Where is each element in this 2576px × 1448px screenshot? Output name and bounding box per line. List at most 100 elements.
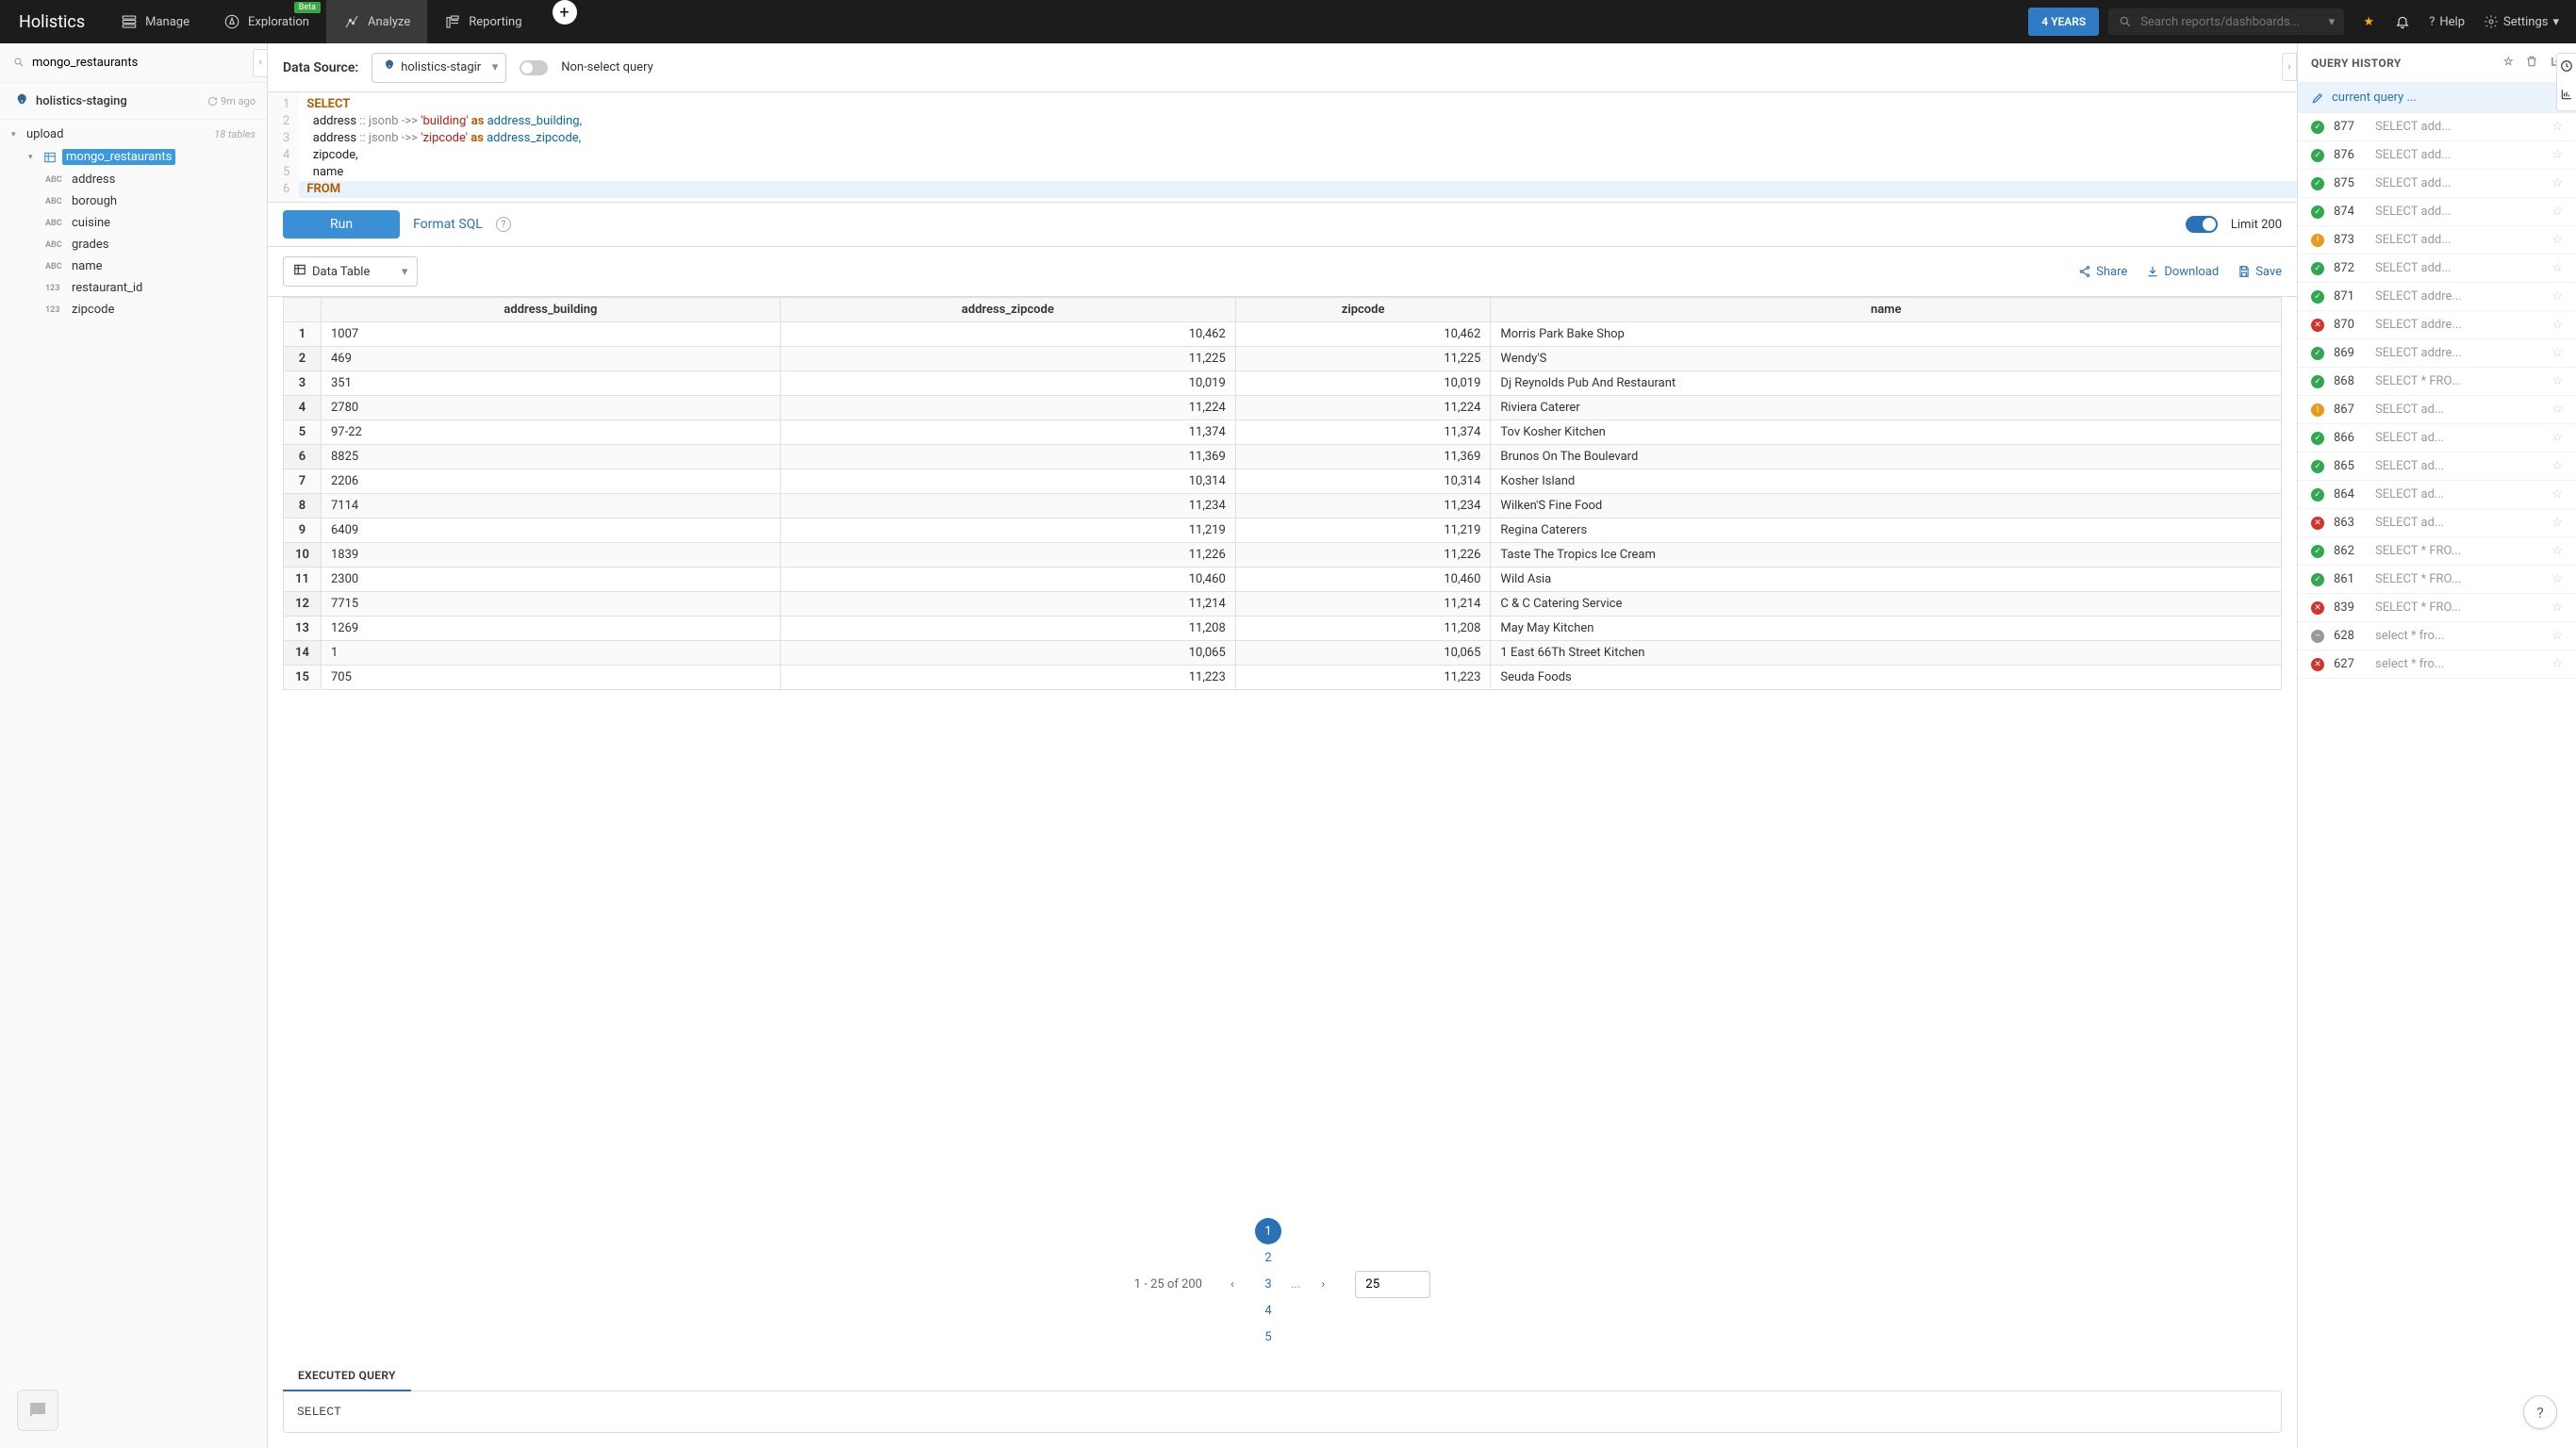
- query-history-item[interactable]: ✓ 874 SELECT add... ☆: [2298, 198, 2576, 226]
- column-row[interactable]: ABCaddress: [0, 169, 267, 190]
- column-header[interactable]: zipcode: [1235, 298, 1491, 322]
- star-outline-icon[interactable]: ☆: [2551, 346, 2563, 360]
- star-outline-icon[interactable]: ☆: [2551, 374, 2563, 388]
- table-row[interactable]: 597-2211,37411,374Tov Kosher Kitchen: [284, 420, 2282, 445]
- sql-editor[interactable]: 123456 SELECT address :: jsonb ->> 'buil…: [268, 92, 2297, 203]
- star-outline-icon[interactable]: ☆: [2551, 572, 2563, 586]
- query-history-item[interactable]: ✓ 875 SELECT add... ☆: [2298, 170, 2576, 198]
- star-outline-icon[interactable]: ☆: [2551, 318, 2563, 332]
- query-history-item[interactable]: ✓ 865 SELECT ad... ☆: [2298, 452, 2576, 481]
- schema-row[interactable]: ▾ upload 18 tables: [0, 123, 267, 145]
- query-history-list[interactable]: ✓ 877 SELECT add... ☆ ✓ 876 SELECT add..…: [2298, 113, 2576, 1448]
- nav-reporting[interactable]: Reporting: [427, 0, 538, 43]
- query-history-item[interactable]: ✓ 872 SELECT add... ☆: [2298, 255, 2576, 283]
- column-row[interactable]: ABCborough: [0, 190, 267, 212]
- right-panel-collapse-button[interactable]: ›: [2282, 53, 2297, 81]
- run-button[interactable]: Run: [283, 210, 400, 239]
- table-row[interactable]: 1570511,22311,223Seuda Foods: [284, 666, 2282, 690]
- column-row[interactable]: 123zipcode: [0, 299, 267, 321]
- visualization-select[interactable]: Data Table: [283, 256, 418, 287]
- result-table-wrap[interactable]: address_buildingaddress_zipcodezipcodena…: [268, 297, 2297, 1207]
- query-history-item[interactable]: ✕ 870 SELECT addre... ☆: [2298, 311, 2576, 339]
- limit-toggle[interactable]: [2186, 216, 2218, 233]
- query-history-item[interactable]: ✕ 627 select * fro... ☆: [2298, 650, 2576, 679]
- chevron-down-icon[interactable]: ▾: [2329, 15, 2336, 29]
- column-header[interactable]: name: [1491, 298, 2282, 322]
- table-row[interactable]: 12771511,21411,214C & C Catering Service: [284, 592, 2282, 617]
- help-fab[interactable]: ?: [2523, 1395, 2557, 1429]
- star-outline-icon[interactable]: ☆: [2551, 516, 2563, 530]
- query-history-current[interactable]: current query ...: [2298, 83, 2576, 113]
- star-outline-icon[interactable]: ☆: [2551, 148, 2563, 162]
- query-history-item[interactable]: ✓ 876 SELECT add... ☆: [2298, 141, 2576, 170]
- query-history-item[interactable]: ✓ 871 SELECT addre... ☆: [2298, 283, 2576, 311]
- column-header[interactable]: address_zipcode: [780, 298, 1235, 322]
- brand-logo[interactable]: Holistics: [0, 12, 104, 32]
- query-history-item[interactable]: ✓ 869 SELECT addre... ☆: [2298, 339, 2576, 368]
- nav-help[interactable]: ? Help: [2429, 15, 2465, 29]
- column-header[interactable]: address_building: [322, 298, 781, 322]
- query-history-item[interactable]: ! 873 SELECT add... ☆: [2298, 226, 2576, 255]
- table-row[interactable]: 8711411,23411,234Wilken'S Fine Food: [284, 494, 2282, 518]
- nav-manage[interactable]: Manage: [104, 0, 206, 43]
- database-refresh-ago[interactable]: 9m ago: [207, 95, 256, 107]
- table-row-mongo-restaurants[interactable]: ▾ mongo_restaurants: [0, 145, 267, 169]
- chat-fab[interactable]: [17, 1390, 58, 1431]
- executed-query-tab[interactable]: EXECUTED QUERY: [283, 1361, 411, 1391]
- table-row[interactable]: 14110,06510,0651 East 66Th Street Kitche…: [284, 641, 2282, 666]
- star-outline-icon[interactable]: ☆: [2551, 487, 2563, 502]
- query-history-item[interactable]: ! 867 SELECT ad... ☆: [2298, 396, 2576, 424]
- history-icon[interactable]: [2560, 59, 2573, 76]
- star-outline-icon[interactable]: ☆: [2551, 431, 2563, 445]
- bell-icon[interactable]: [2395, 14, 2410, 29]
- table-row[interactable]: 6882511,36911,369Brunos On The Boulevard: [284, 445, 2282, 469]
- star-outline-icon[interactable]: ☆: [2551, 601, 2563, 615]
- table-row[interactable]: 4278011,22411,224Riviera Caterer: [284, 396, 2282, 420]
- query-history-item[interactable]: ✕ 839 SELECT * FRO... ☆: [2298, 594, 2576, 622]
- star-outline-icon[interactable]: ☆: [2551, 205, 2563, 219]
- star-outline-icon[interactable]: ☆: [2551, 403, 2563, 417]
- pager-page[interactable]: 1: [1255, 1218, 1281, 1244]
- table-row[interactable]: 246911,22511,225Wendy'S: [284, 347, 2282, 371]
- schema-search-input[interactable]: [8, 51, 259, 74]
- star-outline-icon[interactable]: ☆: [2551, 261, 2563, 275]
- format-sql-button[interactable]: Format SQL: [413, 217, 483, 232]
- table-row[interactable]: 7220610,31410,314Kosher Island: [284, 469, 2282, 494]
- star-outline-icon[interactable]: ☆: [2551, 544, 2563, 558]
- column-row[interactable]: ABCgrades: [0, 234, 267, 255]
- star-outline-icon[interactable]: ☆: [2551, 176, 2563, 190]
- star-outline-icon[interactable]: ☆: [2551, 289, 2563, 304]
- table-row[interactable]: 9640911,21911,219Regina Caterers: [284, 518, 2282, 543]
- sidebar-collapse-button[interactable]: ‹: [253, 49, 268, 77]
- query-history-item[interactable]: ✓ 868 SELECT * FRO... ☆: [2298, 368, 2576, 396]
- star-outline-icon[interactable]: ☆: [2551, 629, 2563, 643]
- column-row[interactable]: ABCcuisine: [0, 212, 267, 234]
- column-row[interactable]: ABCname: [0, 255, 267, 277]
- nav-analyze[interactable]: Analyze: [326, 0, 427, 43]
- save-button[interactable]: Save: [2237, 265, 2282, 279]
- query-history-item[interactable]: ✓ 877 SELECT add... ☆: [2298, 113, 2576, 141]
- star-outline-icon[interactable]: ☆: [2551, 657, 2563, 671]
- page-size-input[interactable]: [1355, 1271, 1430, 1298]
- help-icon[interactable]: ?: [496, 217, 511, 232]
- table-row[interactable]: 1100710,46210,462Morris Park Bake Shop: [284, 322, 2282, 347]
- trash-icon[interactable]: [2525, 55, 2538, 71]
- star-icon[interactable]: ★: [2361, 14, 2376, 29]
- star-outline-icon[interactable]: ☆: [2551, 459, 2563, 473]
- global-search-input[interactable]: [2140, 15, 2320, 29]
- global-search[interactable]: ▾: [2108, 8, 2344, 35]
- table-row[interactable]: 11230010,46010,460Wild Asia: [284, 568, 2282, 592]
- download-button[interactable]: Download: [2146, 265, 2219, 279]
- star-outline-icon[interactable]: ☆: [2551, 233, 2563, 247]
- column-header[interactable]: [284, 298, 322, 322]
- pager-page[interactable]: 5: [1255, 1324, 1281, 1350]
- pager-page[interactable]: 3: [1255, 1271, 1281, 1297]
- star-outline-icon[interactable]: ☆: [2503, 55, 2514, 71]
- pager-prev[interactable]: ‹: [1219, 1271, 1246, 1297]
- table-row[interactable]: 335110,01910,019Dj Reynolds Pub And Rest…: [284, 371, 2282, 396]
- years-badge[interactable]: 4 YEARS: [2028, 8, 2099, 36]
- query-history-item[interactable]: ✓ 861 SELECT * FRO... ☆: [2298, 566, 2576, 594]
- table-row[interactable]: 10183911,22611,226Taste The Tropics Ice …: [284, 543, 2282, 568]
- editor-code[interactable]: SELECT address :: jsonb ->> 'building' a…: [299, 92, 2297, 202]
- pager-next[interactable]: ›: [1310, 1271, 1336, 1297]
